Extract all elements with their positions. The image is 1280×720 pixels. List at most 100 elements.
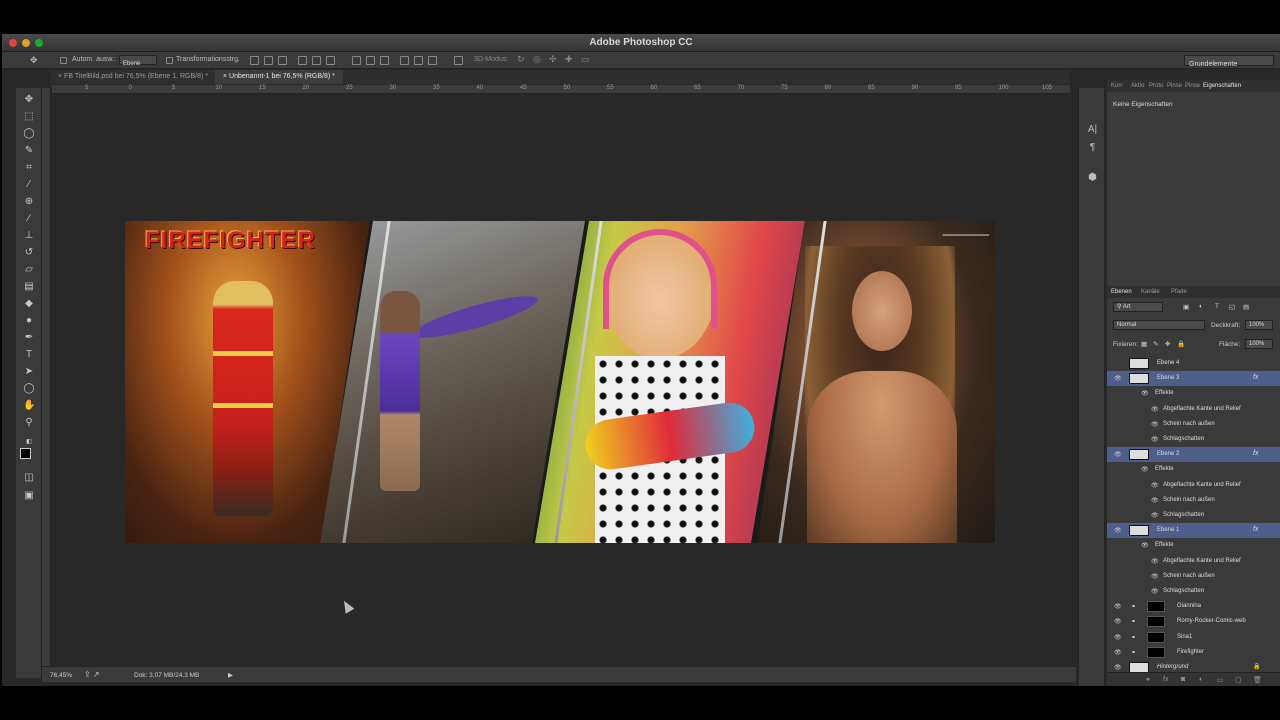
add-style-icon[interactable]: fx — [1163, 676, 1171, 684]
layer-effects-icon[interactable]: fx — [1253, 450, 1258, 457]
share-icon[interactable]: ⇪ ↗ — [84, 670, 100, 679]
status-menu-arrow-icon[interactable]: ▶ — [228, 671, 233, 679]
align-right-icon[interactable] — [326, 56, 335, 65]
effect-row[interactable]: 👁 Schein nach außen — [1107, 493, 1280, 508]
quick-mask-icon[interactable]: ◫ — [23, 472, 35, 484]
align-vcenter-icon[interactable] — [264, 56, 273, 65]
visibility-eye-icon[interactable]: 👁 — [1141, 390, 1149, 397]
tab-kanaele[interactable]: Kanäle — [1141, 289, 1160, 295]
layer-row[interactable]: 👁 Ebene 1 fx — [1107, 523, 1280, 539]
layer-mask-thumbnail[interactable] — [1147, 616, 1165, 628]
layer-row[interactable]: Ebene 4 — [1107, 356, 1280, 371]
effect-row[interactable]: 👁 Schlagschatten — [1107, 508, 1280, 523]
character-panel-icon[interactable]: A| — [1087, 124, 1098, 135]
masked-layer-row[interactable]: 👁 ⚭ Firefighter — [1107, 645, 1280, 660]
distribute-right-icon[interactable] — [428, 56, 437, 65]
tab-ebenen[interactable]: Ebenen — [1111, 289, 1132, 295]
distribute-top-icon[interactable] — [352, 56, 361, 65]
visibility-eye-icon[interactable]: 👁 — [1114, 603, 1122, 610]
effect-row[interactable]: 👁 Abgeflachte Kante und Relief — [1107, 402, 1280, 417]
document-canvas[interactable]: FIREFIGHTER ▁▁▁▁▁▁▁▁▁▁ — [125, 221, 995, 543]
effect-row[interactable]: 👁 Schein nach außen — [1107, 417, 1280, 432]
visibility-eye-icon[interactable]: 👁 — [1114, 375, 1122, 382]
effects-row[interactable]: 👁 Effekte — [1107, 386, 1280, 401]
lock-transparency-icon[interactable]: ▦ — [1141, 340, 1147, 348]
align-top-icon[interactable] — [250, 56, 259, 65]
visibility-eye-icon[interactable]: 👁 — [1151, 421, 1159, 428]
healing-brush-icon[interactable]: ⊕ — [23, 196, 35, 208]
layer-row[interactable]: 👁 Ebene 2 fx — [1107, 447, 1280, 463]
distribute-left-icon[interactable] — [400, 56, 409, 65]
layer-mask-thumbnail[interactable] — [1147, 646, 1165, 658]
blend-mode-dropdown[interactable]: Normal — [1113, 320, 1205, 330]
document-info[interactable]: Dok: 3,07 MB/24,3 MB — [134, 672, 199, 679]
effect-row[interactable]: 👁 Schein nach außen — [1107, 569, 1280, 584]
opacity-input[interactable]: 100% — [1245, 320, 1273, 330]
zoom-level[interactable]: 76,45% — [50, 672, 72, 679]
new-group-icon[interactable]: ▭ — [1217, 676, 1225, 684]
marquee-tool-icon[interactable]: ⬚ — [23, 111, 35, 123]
effects-row[interactable]: 👁 Effekte — [1107, 538, 1280, 553]
tab-fb-titelbild[interactable]: × FB TitelBild.psd bei 76,5% (Ebene 1, R… — [50, 70, 216, 84]
pen-tool-icon[interactable]: ✒ — [23, 332, 35, 344]
crop-tool-icon[interactable]: ⌗ — [23, 162, 35, 174]
layer-mask-thumbnail[interactable] — [1147, 631, 1165, 643]
zoom-tool-icon[interactable]: ⚲ — [23, 417, 35, 429]
workspace-dropdown[interactable]: Grundelemente — [1184, 55, 1274, 68]
new-adjustment-icon[interactable]: ◐ — [1199, 676, 1207, 684]
move-tool-icon[interactable]: ✥ — [23, 94, 35, 106]
clip-link-icon[interactable]: ⚭ — [1131, 649, 1136, 656]
tab-eigenschaften[interactable]: Eigenschaften — [1203, 83, 1241, 89]
visibility-eye-icon[interactable]: 👁 — [1151, 558, 1159, 565]
move-tool-icon[interactable]: ✥ — [30, 55, 38, 66]
layer-effects-icon[interactable]: fx — [1253, 374, 1258, 381]
visibility-eye-icon[interactable]: 👁 — [1151, 588, 1159, 595]
3d-panel-icon[interactable]: ⬢ — [1087, 172, 1098, 183]
filter-pixel-icon[interactable]: ▣ — [1183, 303, 1189, 311]
brush-tool-icon[interactable]: ∕ — [23, 213, 35, 225]
lock-position-icon[interactable]: ✥ — [1165, 340, 1170, 348]
ruler-left[interactable] — [42, 88, 51, 668]
tab-unbenannt[interactable]: × Unbenannt-1 bei 76,5% (RGB/8) * — [215, 70, 343, 84]
visibility-eye-icon[interactable]: 👁 — [1141, 466, 1149, 473]
visibility-eye-icon[interactable]: 👁 — [1114, 634, 1122, 641]
visibility-eye-icon[interactable]: 👁 — [1114, 451, 1122, 458]
filter-shape-icon[interactable]: ◱ — [1229, 303, 1235, 311]
effect-row[interactable]: 👁 Abgeflachte Kante und Relief — [1107, 478, 1280, 493]
layer-row[interactable]: 👁 Ebene 3 fx — [1107, 371, 1280, 387]
tab-aktionen[interactable]: Aktio — [1131, 83, 1144, 89]
3d-slide-icon[interactable]: ✚ — [565, 54, 573, 65]
visibility-eye-icon[interactable]: 👁 — [1151, 436, 1159, 443]
masked-layer-row[interactable]: 👁 ⚭ Giannina — [1107, 599, 1280, 614]
masked-layer-row[interactable]: 👁 ⚭ Romy-Rocker-Comic-web — [1107, 614, 1280, 629]
tab-protokoll[interactable]: Proto — [1149, 83, 1163, 89]
visibility-eye-icon[interactable]: 👁 — [1151, 497, 1159, 504]
align-left-icon[interactable] — [298, 56, 307, 65]
visibility-eye-icon[interactable]: 👁 — [1151, 482, 1159, 489]
effects-row[interactable]: 👁 Effekte — [1107, 462, 1280, 477]
layer-effects-icon[interactable]: fx — [1253, 526, 1258, 533]
effect-row[interactable]: 👁 Schlagschatten — [1107, 432, 1280, 447]
fill-input[interactable]: 100% — [1245, 339, 1273, 349]
quick-select-tool-icon[interactable]: ✎ — [23, 145, 35, 157]
clip-link-icon[interactable]: ⚭ — [1131, 603, 1136, 610]
3d-rotate-icon[interactable]: ↻ — [517, 54, 525, 65]
foreground-color-swatch[interactable] — [20, 448, 31, 459]
ruler-top[interactable]: 5 0 5 10 15 20 25 30 35 40 45 50 55 60 65 70 75 80 85 90 95 1… — [52, 85, 1070, 94]
distribute-vcenter-icon[interactable] — [366, 56, 375, 65]
distribute-bottom-icon[interactable] — [380, 56, 389, 65]
gradient-tool-icon[interactable]: ▤ — [23, 281, 35, 293]
add-mask-icon[interactable]: ◙ — [1181, 676, 1189, 684]
type-tool-icon[interactable]: T — [23, 349, 35, 361]
transform-controls-checkbox[interactable] — [166, 57, 173, 64]
visibility-eye-icon[interactable]: 👁 — [1114, 649, 1122, 656]
align-bottom-icon[interactable] — [278, 56, 287, 65]
filter-type-icon[interactable]: T — [1215, 303, 1219, 310]
layer-filter-dropdown[interactable]: ⚲ Art — [1113, 302, 1163, 312]
layer-mask-thumbnail[interactable] — [1147, 601, 1165, 613]
tab-korrektur[interactable]: Korr — [1111, 83, 1122, 89]
effect-row[interactable]: 👁 Schlagschatten — [1107, 584, 1280, 599]
default-colors-icon[interactable]: ◧ — [23, 436, 35, 448]
3d-scale-icon[interactable]: ▭ — [581, 54, 590, 65]
history-brush-icon[interactable]: ↺ — [23, 247, 35, 259]
